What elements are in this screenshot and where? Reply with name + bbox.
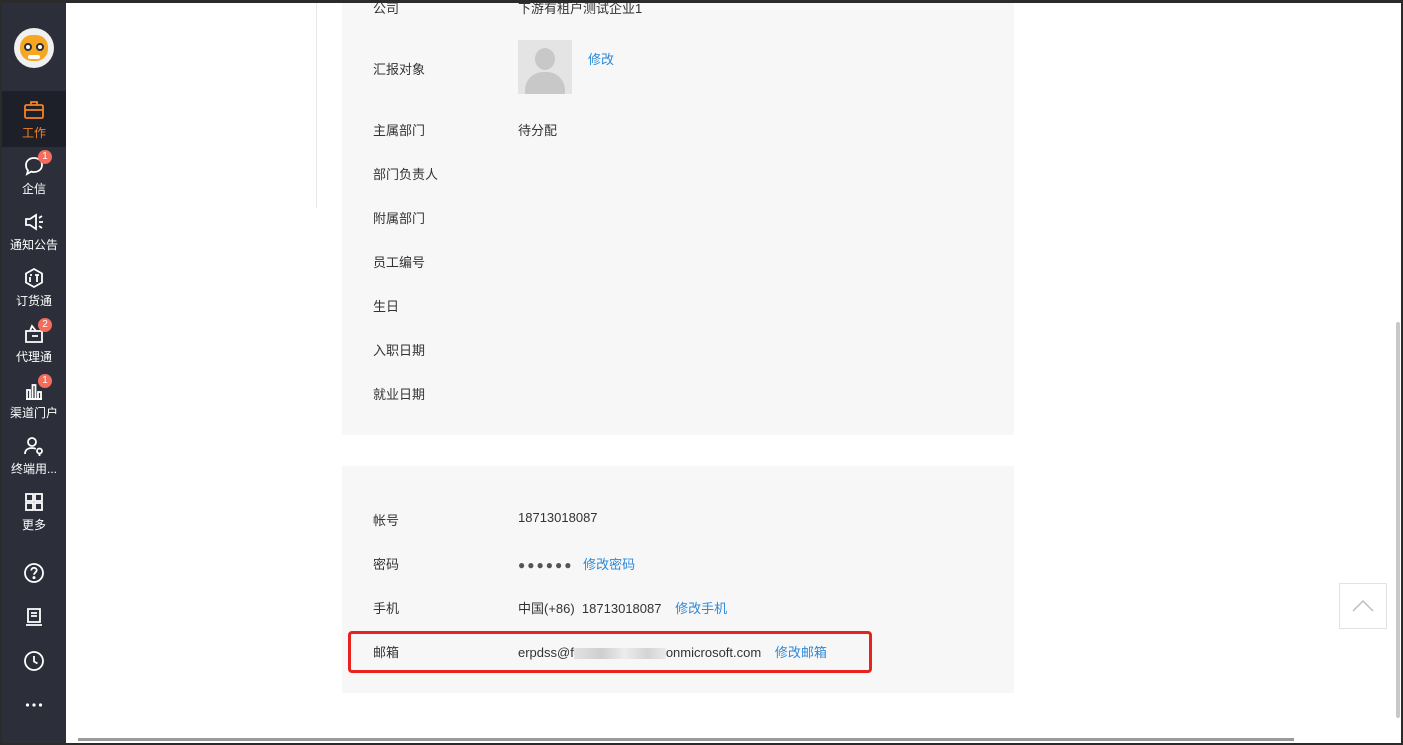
- change-phone-link[interactable]: 修改手机: [675, 601, 727, 616]
- sidebar-item-label: 更多: [21, 518, 46, 532]
- hire-date-label: 入职日期: [373, 343, 426, 358]
- avatar: [518, 40, 572, 94]
- sidebar-item-channel[interactable]: 1 渠道门户: [2, 371, 66, 427]
- phone-row: 中国(+86) 18713018087 修改手机: [518, 598, 727, 617]
- account-value: 18713018087: [518, 510, 598, 525]
- chevron-up-icon: [1352, 599, 1374, 612]
- basic-info-card: 公司 下游有租户测试企业1 汇报对象 修改 主属部门 待分配 部门负责人 附属部…: [342, 1, 1014, 435]
- sidebar-item-notice[interactable]: 通知公告: [2, 203, 66, 259]
- company-value: 下游有租户测试企业1: [518, 1, 643, 16]
- edit-report-to-link[interactable]: 修改: [588, 49, 614, 68]
- sidebar-item-messages[interactable]: 1 企信: [2, 147, 66, 203]
- sidebar-item-label: 终端用...: [10, 462, 57, 476]
- app-sidebar: 工作 1 企信 通知公告 订货通 2 代理通 1 渠道门户 终端用... 更多: [2, 3, 66, 743]
- password-mask: ●●●●●●: [518, 558, 574, 572]
- main-dept-label: 主属部门: [373, 123, 426, 138]
- sidebar-item-label: 通知公告: [9, 238, 58, 252]
- sidebar-item-more[interactable]: 更多: [2, 483, 66, 539]
- unread-badge: 1: [38, 374, 52, 388]
- sidebar-item-agent[interactable]: 2 代理通: [2, 315, 66, 371]
- sidebar-item-label: 代理通: [15, 350, 52, 364]
- column-divider: [316, 3, 317, 208]
- unread-badge: 2: [38, 318, 52, 332]
- sidebar-item-label: 渠道门户: [9, 406, 58, 420]
- email-highlight-box: [348, 631, 872, 673]
- sidebar-item-order[interactable]: 订货通: [2, 259, 66, 315]
- help-icon[interactable]: [23, 562, 45, 584]
- grid-icon: [25, 493, 43, 511]
- sidebar-item-work[interactable]: 工作: [2, 91, 66, 147]
- employee-no-label: 员工编号: [373, 255, 426, 270]
- password-label: 密码: [373, 557, 400, 572]
- password-row: ●●●●●● 修改密码: [518, 554, 635, 573]
- app-logo[interactable]: [14, 28, 54, 68]
- account-label: 帐号: [373, 513, 400, 528]
- clock-icon[interactable]: [23, 650, 45, 672]
- sidebar-item-label: 企信: [21, 182, 46, 196]
- sidebar-item-label: 工作: [21, 126, 46, 140]
- phone-label: 手机: [373, 601, 400, 616]
- notebook-icon[interactable]: [23, 606, 45, 628]
- user-key-icon: [24, 437, 43, 456]
- report-to-label: 汇报对象: [373, 62, 426, 77]
- company-label: 公司: [373, 1, 400, 16]
- sidebar-item-label: 订货通: [15, 294, 52, 308]
- briefcase-icon: [24, 101, 44, 119]
- sidebar-item-terminal[interactable]: 终端用...: [2, 427, 66, 483]
- change-password-link[interactable]: 修改密码: [583, 557, 635, 572]
- birthday-label: 生日: [373, 299, 400, 314]
- employment-date-label: 就业日期: [373, 387, 426, 402]
- megaphone-icon: [25, 213, 43, 231]
- unread-badge: 1: [38, 150, 52, 164]
- sub-dept-label: 附属部门: [373, 211, 426, 226]
- main-dept-value: 待分配: [518, 123, 558, 138]
- ellipsis-icon[interactable]: [23, 694, 45, 716]
- order-icon: [25, 267, 43, 289]
- phone-value: 中国(+86) 18713018087: [518, 601, 662, 616]
- back-to-top-button[interactable]: [1339, 583, 1387, 629]
- dept-head-label: 部门负责人: [373, 167, 439, 182]
- horizontal-scrollbar[interactable]: [78, 738, 1294, 741]
- vertical-scrollbar[interactable]: [1396, 322, 1400, 718]
